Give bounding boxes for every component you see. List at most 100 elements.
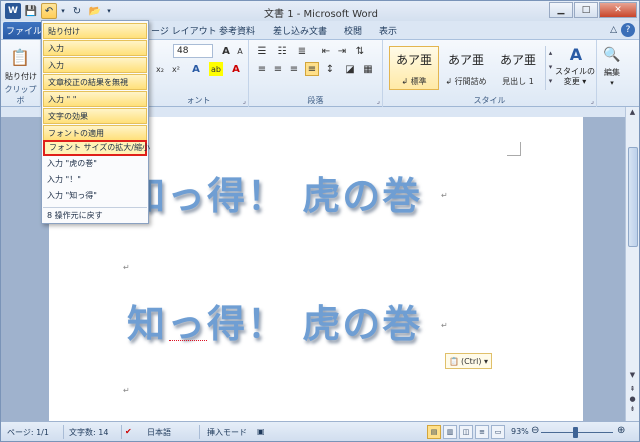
tab-references[interactable]: 参考資料 [219,24,255,37]
paragraph-group: ☰ ☷ ≣ ⇤ ⇥ ⇅ ≡ ≡ ≡ ≡ ↕ ◪ ▦ 段落 ⌟ [249,40,383,107]
sort-icon[interactable]: ⇅ [353,44,367,58]
close-button[interactable]: ✕ [599,2,637,18]
clipboard-group-label: クリップボ [4,85,37,105]
font-size-combo[interactable]: 48 [173,44,213,58]
style-name: 見出し 1 [502,77,534,86]
paragraph-dialog-launcher-icon[interactable]: ⌟ [377,97,380,105]
macro-record-icon[interactable]: ▣ [257,427,265,436]
multilevel-list-icon[interactable]: ≣ [295,44,309,58]
word-window: W 💾 ↶ ▾ ↻ 📂 ▾ 文書 1 - Microsoft Word ▁ □ … [0,0,640,442]
undo-menu-item[interactable]: 入力 "！" [43,172,147,188]
proofing-icon[interactable]: ✔ [125,427,132,436]
styles-gallery-scroll[interactable]: ▴ ▾ ▾ [545,46,555,90]
full-screen-reading-view-icon[interactable]: ▥ [443,425,457,439]
draft-view-icon[interactable]: ▭ [491,425,505,439]
numbering-icon[interactable]: ☷ [275,44,289,58]
find-binoculars-icon[interactable]: 🔍 [601,46,623,64]
paragraph-group-label: 段落 [307,96,324,105]
help-icon[interactable]: ? [621,23,635,37]
paste-options-label: (Ctrl) ▾ [460,356,489,366]
editing-chevron-icon: ▾ [610,79,614,87]
insert-mode[interactable]: 挿入モード [207,427,247,438]
shading-icon[interactable]: ◪ [343,62,357,76]
change-styles-button-line2: 変更 ▾ [563,76,587,86]
font-dialog-launcher-icon[interactable]: ⌟ [243,97,246,105]
undo-menu-item-selected[interactable]: フォント サイズの拡大/縮小 [43,140,150,156]
vertical-scrollbar[interactable]: ▲ ▼ ⇞ ● ⇟ [625,107,639,421]
word-count[interactable]: 文字数: 14 [69,427,108,438]
scroll-down-arrow-icon[interactable]: ▼ [626,371,639,383]
zoom-in-icon[interactable]: ⊕ [617,425,625,436]
borders-icon[interactable]: ▦ [361,62,375,76]
subscript-icon[interactable]: x₂ [153,62,167,76]
maximize-button[interactable]: □ [574,2,598,18]
zoom-out-icon[interactable]: ⊖ [531,425,539,436]
undo-menu-item[interactable]: 貼り付け [43,23,147,39]
status-divider [121,425,122,439]
font-color-icon[interactable]: A [229,62,243,76]
align-center-icon[interactable]: ≡ [271,62,285,76]
scroll-up-arrow-icon[interactable]: ▲ [626,108,639,120]
style-no-spacing[interactable]: あア亜 ↲ 行間詰め [441,46,491,90]
increase-indent-icon[interactable]: ⇥ [335,44,349,58]
web-layout-view-icon[interactable]: ◫ [459,425,473,439]
status-divider [199,425,200,439]
change-styles-icon[interactable]: A [559,44,593,64]
undo-dropdown-menu: 貼り付け 入力 入力 文章校正の結果を無視 入力 " " 文字の効果 フォントの… [41,20,150,224]
bullets-icon[interactable]: ☰ [255,44,269,58]
paste-icon[interactable]: 📋 [7,46,33,68]
zoom-slider-handle[interactable] [573,427,578,438]
undo-menu-item[interactable]: 入力 "虎の巻" [43,156,147,172]
editing-group: 🔍 編集 ▾ [597,40,627,107]
crop-mark-top-right [507,142,521,156]
paste-options-button[interactable]: 📋 (Ctrl) ▾ [445,353,493,369]
tab-page-layout[interactable]: ージ レイアウト [151,24,217,37]
undo-menu-item[interactable]: 入力 [43,40,147,56]
font-group: 48 A A x₂ x² A ab A ォント ⌟ [149,40,249,107]
superscript-icon[interactable]: x² [169,62,183,76]
outline-view-icon[interactable]: ≡ [475,425,489,439]
tab-mailings[interactable]: 差し込み文書 [273,24,327,37]
styles-group-label: スタイル [473,96,506,105]
next-page-icon[interactable]: ⇟ [626,405,639,417]
minimize-ribbon-icon[interactable]: △ [610,25,617,35]
text-effects-icon[interactable]: A [189,62,203,76]
grow-font-icon[interactable]: A [219,44,233,58]
style-heading-1[interactable]: あア亜 見出し 1 [493,46,543,90]
font-group-label: ォント [186,96,211,105]
align-right-icon[interactable]: ≡ [287,62,301,76]
highlight-icon[interactable]: ab [209,62,223,76]
clipboard-icon: 📋 [449,356,459,366]
style-sample: あア亜 [447,53,484,67]
scroll-thumb[interactable] [628,147,638,247]
tab-file[interactable]: ファイル [3,22,45,39]
decrease-indent-icon[interactable]: ⇤ [319,44,333,58]
paste-button[interactable]: 貼り付け [3,70,39,82]
spelling-underline [169,339,207,341]
undo-menu-item[interactable]: 入力 [43,57,147,73]
shrink-font-icon[interactable]: A [233,44,247,58]
language[interactable]: 日本語 [147,427,171,438]
undo-menu-item[interactable]: 入力 "知っ得" [43,188,147,204]
minimize-button[interactable]: ▁ [549,2,573,18]
zoom-level[interactable]: 93% [511,427,529,436]
tab-view[interactable]: 表示 [379,24,397,37]
justify-icon[interactable]: ≡ [305,62,319,76]
editing-button[interactable]: 編集 [597,66,627,78]
styles-dialog-launcher-icon[interactable]: ⌟ [591,97,594,105]
style-normal[interactable]: あア亜 ↲ 標準 [389,46,439,90]
undo-menu-item[interactable]: 文字の効果 [43,108,147,124]
paragraph-mark: ↵ [123,386,130,395]
line-spacing-icon[interactable]: ↕ [323,62,337,76]
undo-menu-item[interactable]: 文章校正の結果を無視 [43,74,147,90]
print-layout-view-icon[interactable]: ▤ [427,425,441,439]
tab-review[interactable]: 校閲 [344,24,362,37]
align-left-icon[interactable]: ≡ [255,62,269,76]
undo-menu-item[interactable]: 入力 " " [43,91,147,107]
style-sample: あア亜 [395,53,432,67]
page-count[interactable]: ページ: 1/1 [7,427,49,438]
heading-line-1[interactable]: 知っ得！ 虎の巻 [127,165,422,220]
change-styles-button[interactable]: スタイルの [555,66,595,76]
undo-menu-item[interactable]: フォントの適用 [43,125,147,141]
window-title: 文書 1 - Microsoft Word [264,9,378,20]
